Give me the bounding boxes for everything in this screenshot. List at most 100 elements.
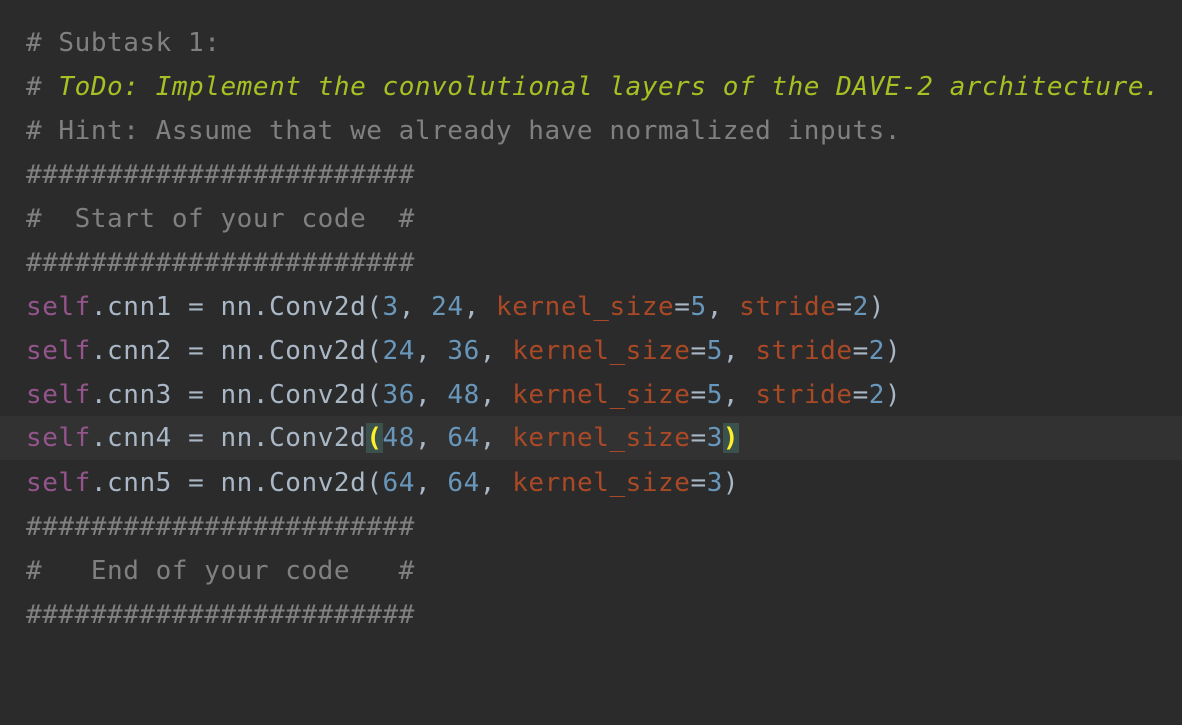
- code-line-1[interactable]: # Subtask 1:: [0, 21, 1182, 65]
- number: 36: [382, 380, 415, 410]
- number: 2: [868, 380, 885, 410]
- statement-cnn4: self.cnn4 = nn.Conv2d(48, 64, kernel_siz…: [26, 416, 740, 460]
- code-line-4[interactable]: ########################: [0, 153, 1182, 197]
- close-paren: ): [885, 336, 902, 366]
- kwarg-kernel-size: kernel_size: [512, 423, 691, 453]
- assign-call: = nn.Conv2d: [171, 468, 367, 498]
- number: 24: [382, 336, 415, 366]
- code-line-12[interactable]: ########################: [0, 505, 1182, 549]
- attr-name: .cnn2: [90, 336, 172, 366]
- self-keyword: self: [26, 292, 91, 322]
- number: 48: [447, 380, 480, 410]
- number: 3: [706, 468, 723, 498]
- comma: ,: [414, 336, 448, 366]
- comment-end-of-code: # End of your code #: [26, 556, 415, 586]
- comment-border-top: ########################: [26, 160, 415, 190]
- code-line-3[interactable]: # Hint: Assume that we already have norm…: [0, 109, 1182, 153]
- comma: ,: [479, 380, 513, 410]
- kwarg-kernel-size: kernel_size: [512, 380, 691, 410]
- attr-name: .cnn3: [90, 380, 172, 410]
- open-paren: (: [366, 292, 383, 322]
- equals: =: [690, 336, 707, 366]
- equals: =: [852, 336, 869, 366]
- comma: ,: [722, 380, 756, 410]
- equals: =: [690, 380, 707, 410]
- comma: ,: [706, 292, 740, 322]
- comment-border-end-top: ########################: [26, 512, 415, 542]
- code-line-9[interactable]: self.cnn3 = nn.Conv2d(36, 48, kernel_siz…: [0, 373, 1182, 417]
- code-line-8[interactable]: self.cnn2 = nn.Conv2d(24, 36, kernel_siz…: [0, 329, 1182, 373]
- comma: ,: [414, 423, 448, 453]
- code-line-5[interactable]: # Start of your code #: [0, 197, 1182, 241]
- number: 48: [382, 423, 415, 453]
- statement-cnn5: self.cnn5 = nn.Conv2d(64, 64, kernel_siz…: [26, 461, 739, 505]
- number: 5: [706, 380, 723, 410]
- comma: ,: [414, 380, 448, 410]
- code-editor[interactable]: # Subtask 1: # ToDo: Implement the convo…: [0, 0, 1182, 646]
- kwarg-stride: stride: [755, 336, 853, 366]
- assign-call: = nn.Conv2d: [171, 380, 367, 410]
- number: 5: [690, 292, 707, 322]
- code-line-7[interactable]: self.cnn1 = nn.Conv2d(3, 24, kernel_size…: [0, 285, 1182, 329]
- comma: ,: [479, 423, 513, 453]
- close-paren: ): [868, 292, 886, 322]
- number: 64: [382, 468, 415, 498]
- comment-border-bottom: ########################: [26, 600, 415, 630]
- comma: ,: [722, 336, 756, 366]
- number: 64: [447, 468, 480, 498]
- assign-call: = nn.Conv2d: [171, 292, 367, 322]
- code-line-10-current[interactable]: self.cnn4 = nn.Conv2d(48, 64, kernel_siz…: [0, 416, 1182, 460]
- matched-close-paren: ): [722, 423, 740, 453]
- number: 3: [382, 292, 399, 322]
- statement-cnn3: self.cnn3 = nn.Conv2d(36, 48, kernel_siz…: [26, 373, 901, 417]
- comma: ,: [414, 468, 448, 498]
- code-line-11[interactable]: self.cnn5 = nn.Conv2d(64, 64, kernel_siz…: [0, 461, 1182, 505]
- attr-name: .cnn4: [90, 423, 172, 453]
- number: 5: [706, 336, 723, 366]
- comment-todo: # ToDo: Implement the convolutional laye…: [26, 65, 1160, 109]
- equals: =: [852, 380, 869, 410]
- statement-cnn1: self.cnn1 = nn.Conv2d(3, 24, kernel_size…: [26, 285, 885, 329]
- kwarg-stride: stride: [755, 380, 853, 410]
- attr-name: .cnn5: [90, 468, 172, 498]
- code-line-13[interactable]: # End of your code #: [0, 549, 1182, 593]
- kwarg-kernel-size: kernel_size: [496, 292, 675, 322]
- matched-open-paren: (: [366, 423, 383, 453]
- code-line-2[interactable]: # ToDo: Implement the convolutional laye…: [0, 65, 1182, 109]
- self-keyword: self: [26, 423, 91, 453]
- comment-subtask: # Subtask 1:: [26, 28, 221, 58]
- number: 24: [431, 292, 464, 322]
- comment-start-of-code: # Start of your code #: [26, 204, 415, 234]
- number: 64: [447, 423, 480, 453]
- close-paren: ): [722, 468, 740, 498]
- number: 2: [868, 336, 885, 366]
- self-keyword: self: [26, 380, 91, 410]
- self-keyword: self: [26, 336, 91, 366]
- equals: =: [674, 292, 691, 322]
- comma: ,: [398, 292, 432, 322]
- comma: ,: [463, 292, 497, 322]
- code-line-14[interactable]: ########################: [0, 593, 1182, 637]
- equals: =: [836, 292, 853, 322]
- comment-border-mid: ########################: [26, 248, 415, 278]
- open-paren: (: [366, 468, 383, 498]
- comment-hash: #: [26, 72, 59, 102]
- code-line-6[interactable]: ########################: [0, 241, 1182, 285]
- close-paren: ): [885, 380, 902, 410]
- assign-call: = nn.Conv2d: [171, 336, 367, 366]
- statement-cnn2: self.cnn2 = nn.Conv2d(24, 36, kernel_siz…: [26, 329, 901, 373]
- kwarg-kernel-size: kernel_size: [512, 468, 691, 498]
- number: 2: [852, 292, 869, 322]
- assign-call: = nn.Conv2d: [171, 423, 367, 453]
- self-keyword: self: [26, 468, 91, 498]
- kwarg-stride: stride: [739, 292, 837, 322]
- equals: =: [690, 468, 707, 498]
- attr-name: .cnn1: [90, 292, 172, 322]
- todo-text: ToDo: Implement the convolutional layers…: [58, 72, 1161, 102]
- number: 3: [706, 423, 723, 453]
- equals: =: [690, 423, 707, 453]
- kwarg-kernel-size: kernel_size: [512, 336, 691, 366]
- open-paren: (: [366, 336, 383, 366]
- number: 36: [447, 336, 480, 366]
- comma: ,: [479, 468, 513, 498]
